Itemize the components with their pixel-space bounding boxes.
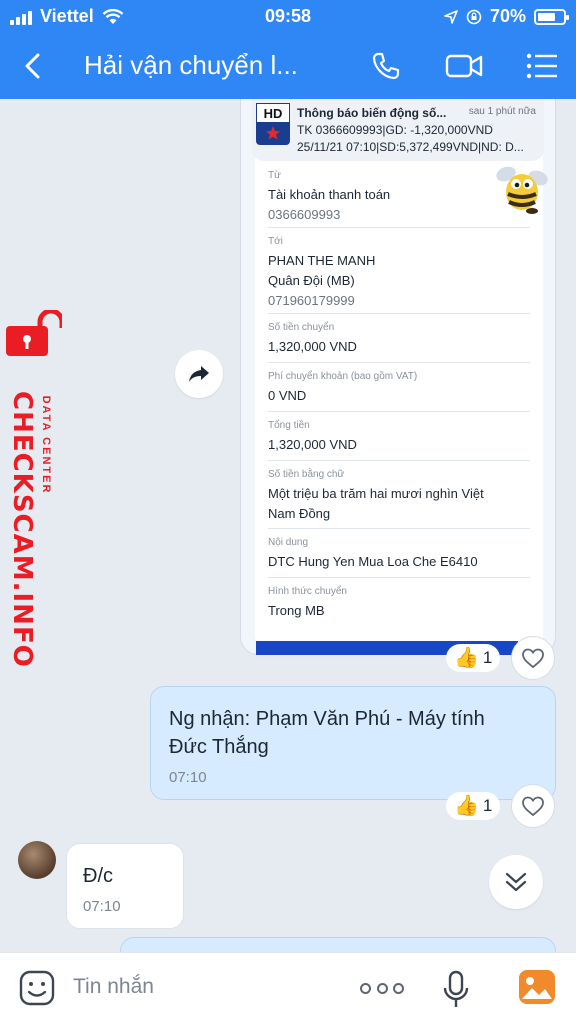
divider: [268, 411, 530, 412]
rotation-lock-icon: [466, 9, 482, 24]
react-button[interactable]: [511, 636, 555, 680]
field-label: Số tiền chuyển: [268, 322, 335, 333]
field-value: Quân Đội (MB): [268, 273, 355, 288]
status-right: 70%: [444, 6, 569, 27]
field-value: Nam Đồng: [268, 506, 331, 521]
divider: [268, 460, 530, 461]
receipt-field-fee: Phí chuyển khoản (bao gồm VAT) 0 VND: [268, 371, 530, 405]
thumbs-up-icon: 👍: [454, 647, 479, 669]
sticker-icon[interactable]: [18, 969, 56, 1007]
receipt-field-amount-words: Số tiền bằng chữ Một triệu ba trăm hai m…: [268, 469, 530, 523]
field-value: Trong MB: [268, 603, 325, 618]
video-call-button[interactable]: [444, 46, 484, 86]
field-label: Nội dung: [268, 537, 309, 548]
location-icon: [444, 9, 458, 24]
divider: [268, 362, 530, 363]
microphone-icon[interactable]: [440, 969, 472, 1011]
receipt-field-total: Tổng tiền 1,320,000 VND: [268, 420, 530, 454]
bank-notification: HD Thông báo biến động số... sau 1 phút …: [252, 99, 544, 161]
field-sub-value: 0366609993: [268, 207, 341, 222]
message-text: Ng nhận: Phạm Văn Phú - Máy tính: [169, 708, 485, 730]
image-gallery-icon[interactable]: [518, 969, 556, 1005]
heart-icon: [522, 796, 544, 817]
battery-icon: [534, 8, 569, 25]
reaction-count: 1: [482, 648, 493, 667]
thumbs-up-icon: 👍: [454, 795, 479, 817]
field-label: Hình thức chuyển: [268, 586, 347, 597]
message-time: 07:10: [83, 898, 121, 915]
share-arrow-icon: [189, 366, 209, 382]
receipt-field-from: Từ Tài khoản thanh toán 0366609993: [268, 170, 530, 224]
receipt-field-amount: Số tiền chuyển 1,320,000 VND: [268, 322, 530, 356]
menu-button[interactable]: [522, 46, 562, 86]
react-button[interactable]: [511, 784, 555, 828]
forward-button[interactable]: [175, 350, 223, 398]
message-text: Đ/c: [83, 865, 113, 887]
field-label: Từ: [268, 170, 281, 181]
watermark: DATA CENTER CHECKSCAM.INFO: [0, 310, 70, 668]
field-label: Tổng tiền: [268, 420, 310, 431]
divider: [268, 227, 530, 228]
field-label: Số tiền bằng chữ: [268, 469, 345, 480]
bank-app-icon: HD: [256, 103, 290, 145]
field-value: 1,320,000 VND: [268, 437, 357, 452]
sender-avatar[interactable]: [18, 841, 56, 879]
field-value: 0 VND: [268, 388, 307, 403]
message-input[interactable]: Tin nhắn: [73, 975, 154, 999]
outgoing-message[interactable]: Ng nhận: Phạm Văn Phú - Máy tính Đức Thắ…: [150, 686, 556, 800]
chat-header: Hải vận chuyển l...: [0, 34, 576, 99]
receipt-field-content: Nội dung DTC Hung Yen Mua Loa Che E6410: [268, 537, 530, 571]
status-bar: Viettel 09:58 70%: [0, 0, 576, 34]
notification-time: sau 1 phút nữa: [468, 106, 536, 117]
divider: [268, 577, 530, 578]
notification-title: Thông báo biến động số...: [297, 106, 447, 120]
field-value: Tài khoản thanh toán: [268, 187, 391, 202]
reaction-chip[interactable]: 👍 1: [446, 644, 501, 672]
field-label: Phí chuyển khoản (bao gồm VAT): [268, 371, 418, 382]
call-button[interactable]: [366, 46, 406, 86]
field-value: 1,320,000 VND: [268, 339, 357, 354]
top-bar: Viettel 09:58 70% Hải vận chuyển l...: [0, 0, 576, 99]
field-value: Một triệu ba trăm hai mươi nghìn Việt: [268, 486, 484, 501]
message-time: 07:10: [169, 769, 207, 786]
scroll-to-bottom-button[interactable]: [489, 855, 543, 909]
field-label: Tới: [268, 236, 283, 247]
phone-icon: [372, 52, 400, 80]
video-camera-icon: [445, 54, 483, 78]
reaction-count: 1: [482, 796, 493, 815]
field-value: DTC Hung Yen Mua Loa Che E6410: [268, 554, 478, 569]
bank-app-badge: HD: [256, 103, 290, 123]
divider: [268, 313, 530, 314]
battery-percent: 70%: [489, 6, 526, 26]
message-text: Đức Thắng: [169, 736, 269, 758]
watermark-brand: CHECKSCAM.INFO: [7, 391, 37, 668]
watermark-subtitle: DATA CENTER: [40, 395, 52, 495]
reaction-chip[interactable]: 👍 1: [446, 792, 501, 820]
heart-icon: [522, 648, 544, 669]
star-icon: [266, 126, 280, 140]
padlock-icon: [6, 310, 62, 356]
field-sub-value: 071960179999: [268, 293, 355, 308]
more-options-icon[interactable]: [360, 975, 404, 1001]
divider: [268, 528, 530, 529]
notification-line: TK 0366609993|GD: -1,320,000VND: [297, 123, 493, 137]
back-icon[interactable]: [14, 46, 54, 86]
receipt-field-to: Tới PHAN THE MANH Quân Đội (MB) 07196017…: [268, 236, 530, 310]
incoming-message[interactable]: Đ/c 07:10: [66, 843, 184, 929]
double-chevron-down-icon: [505, 872, 527, 892]
message-input-bar: Tin nhắn: [0, 952, 576, 1024]
notification-line: 25/11/21 07:10|SD:5,372,499VND|ND: D...: [297, 140, 524, 154]
field-value: PHAN THE MANH: [268, 253, 376, 268]
chat-title[interactable]: Hải vận chuyển l...: [84, 50, 298, 81]
list-menu-icon: [526, 53, 557, 79]
receipt-field-transfer-type: Hình thức chuyển Trong MB: [268, 586, 530, 620]
